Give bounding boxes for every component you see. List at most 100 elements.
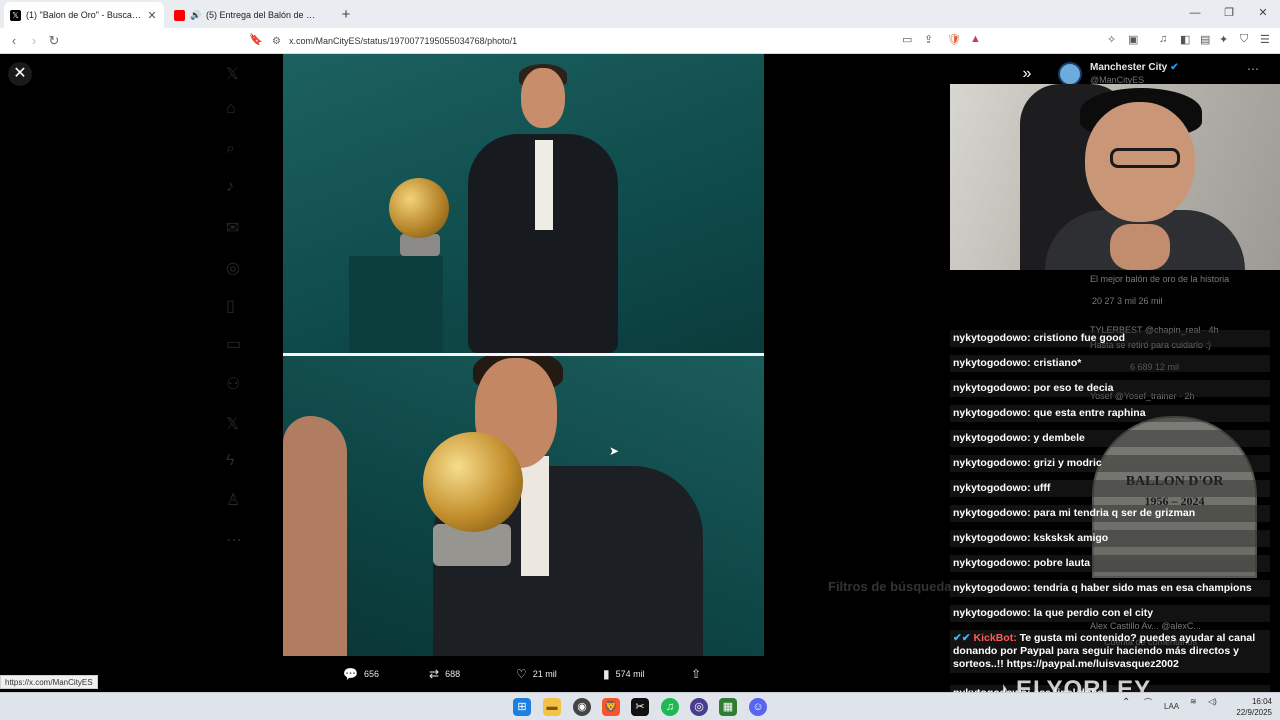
minimize-icon[interactable]: — bbox=[1178, 0, 1212, 28]
more-options-icon[interactable]: ⋯ bbox=[1247, 62, 1259, 76]
brave-rewards-icon[interactable]: ▲ bbox=[970, 33, 981, 45]
repost-icon: ⇄ bbox=[429, 667, 440, 681]
share-icon: ⇧ bbox=[691, 667, 702, 681]
chat-username: nykytogodowo: bbox=[953, 432, 1031, 444]
chat-text: y dembele bbox=[1030, 432, 1085, 444]
chat-username: nykytogodowo: bbox=[953, 407, 1031, 419]
search-icon: ⌕ bbox=[226, 140, 235, 157]
tweet-photo-top[interactable] bbox=[283, 54, 764, 353]
tweet-photo-bottom[interactable] bbox=[283, 356, 764, 656]
avatar[interactable] bbox=[1058, 62, 1082, 86]
wallet2-icon[interactable]: ▤ bbox=[1200, 33, 1210, 46]
views-button[interactable]: ▮ 574 mil bbox=[603, 667, 645, 681]
capcut-icon[interactable]: ✂ bbox=[631, 698, 649, 716]
address-bar[interactable]: ⚙ x.com/ManCityES/status/197007719505503… bbox=[272, 31, 992, 51]
mouse-cursor-icon: ➤ bbox=[609, 444, 620, 458]
author-name-row: Manchester City ✔ bbox=[1090, 62, 1179, 73]
chat-username: nykytogodowo: bbox=[953, 532, 1031, 544]
repost-button[interactable]: ⇄ 688 bbox=[429, 667, 460, 681]
menu-icon[interactable]: ☰ bbox=[1260, 33, 1270, 46]
spotify-icon[interactable]: ♫ bbox=[661, 698, 679, 716]
tab-title: (1) "Balon de Oro" - Buscar / X bbox=[26, 10, 141, 20]
restore-icon[interactable]: ❐ bbox=[1212, 0, 1246, 28]
media-icon[interactable]: ▭ bbox=[902, 33, 912, 46]
sidebar-icon[interactable]: ◧ bbox=[1180, 33, 1190, 46]
music-icon[interactable]: ♫ bbox=[1159, 33, 1167, 45]
speaker-icon: 🔊 bbox=[190, 9, 202, 20]
network-icon[interactable]: ⌒ bbox=[1144, 697, 1152, 708]
forward-icon[interactable]: › bbox=[24, 33, 44, 48]
tiktok-username: ELYORLEY bbox=[1016, 676, 1152, 692]
share-button[interactable]: ⇧ bbox=[691, 667, 701, 681]
chat-message: nykytogodowo: tendria q haber sido mas e… bbox=[950, 580, 1270, 597]
chat-message: nykytogodowo: que esta entre raphina bbox=[950, 405, 1270, 422]
repost-count: 688 bbox=[445, 669, 461, 679]
chat-text: ksksksk amigo bbox=[1030, 532, 1109, 544]
discord-icon[interactable]: ☺ bbox=[749, 698, 767, 716]
windows-start-icon[interactable]: ⊞ bbox=[513, 698, 531, 716]
tray-chevron-icon[interactable]: ⌃ bbox=[1122, 697, 1130, 708]
chat-text: ufff bbox=[1030, 482, 1051, 494]
heart-icon: ♡ bbox=[516, 667, 527, 681]
game-icon[interactable]: ▦ bbox=[719, 698, 737, 716]
expand-panel-icon[interactable]: » bbox=[1015, 62, 1039, 86]
chat-username: nykytogodowo: bbox=[953, 582, 1031, 594]
search-filters-heading: Filtros de búsqueda bbox=[828, 579, 952, 594]
new-tab-button[interactable]: + bbox=[334, 2, 358, 28]
chat-message: nykytogodowo: y dembele bbox=[950, 430, 1270, 447]
language-indicator[interactable]: LAA bbox=[1164, 702, 1179, 711]
close-tab-icon[interactable]: ✕ bbox=[146, 9, 158, 22]
reload-icon[interactable]: ↻ bbox=[44, 33, 64, 49]
views-icon: ▮ bbox=[603, 667, 610, 681]
file-explorer-icon[interactable]: ▬ bbox=[543, 698, 561, 716]
chat-text: tendria q haber sido mas en esa champion… bbox=[1030, 582, 1252, 594]
like-count: 21 mil bbox=[532, 669, 557, 679]
chat-username: nykytogodowo: bbox=[953, 482, 1031, 494]
brave-icon[interactable]: 🦁 bbox=[602, 698, 620, 716]
streamer-hand bbox=[1110, 224, 1170, 270]
chrome-icon[interactable]: ◉ bbox=[573, 698, 591, 716]
like-button[interactable]: ♡ 21 mil bbox=[516, 667, 557, 681]
verified-badge-icon: ✔ bbox=[1170, 62, 1179, 73]
chat-username: nykytogodowo: bbox=[953, 332, 1031, 344]
obs-icon[interactable]: ◎ bbox=[690, 698, 708, 716]
communities-icon: ⚇ bbox=[226, 376, 241, 393]
tab-youtube-ballon-dor[interactable]: 🔊 (5) Entrega del Balón de Oro 202 bbox=[168, 2, 328, 28]
chat-username: nykytogodowo: bbox=[953, 382, 1031, 394]
chat-text: por eso te decia bbox=[1030, 382, 1114, 394]
close-photo-button[interactable]: ✕ bbox=[8, 62, 32, 86]
background-nav: 𝕏 ⌂ ⌕ ♪ ✉ ◎ ▯ ▭ ⚇ 𝕏 ϟ ♙ ⋯ bbox=[226, 54, 286, 692]
stream-chat-overlay: nykytogodowo: cristiono fue good nykytogo… bbox=[950, 270, 1270, 692]
tab-balon-de-oro-search[interactable]: 𝕏 (1) "Balon de Oro" - Buscar / X ✕ bbox=[4, 2, 164, 28]
share-icon[interactable]: ⇪ bbox=[924, 33, 933, 46]
chat-username: nykytogodowo: bbox=[953, 357, 1031, 369]
close-window-icon[interactable]: ✕ bbox=[1246, 0, 1280, 28]
chat-text: para mi tendria q ser de grizman bbox=[1030, 507, 1196, 519]
home-icon: ⌂ bbox=[226, 100, 236, 117]
reply-count: 656 bbox=[363, 669, 379, 679]
wallet-icon[interactable]: ▣ bbox=[1128, 33, 1138, 46]
glasses bbox=[1110, 148, 1180, 168]
bookmarks-icon: ▯ bbox=[226, 298, 235, 315]
brave-shield-icon[interactable]: 🛡 bbox=[947, 33, 961, 46]
verified-orgs-icon: ϟ bbox=[226, 452, 235, 469]
ai-icon[interactable]: ✦ bbox=[1219, 33, 1228, 46]
chat-text: cristiano* bbox=[1030, 357, 1082, 369]
system-clock[interactable]: 16:04 22/9/2025 bbox=[1236, 696, 1272, 718]
reply-button[interactable]: 💬 656 bbox=[343, 667, 379, 681]
chat-message: nykytogodowo: pobre lauta bbox=[950, 555, 1270, 572]
youtube-icon bbox=[174, 9, 185, 21]
back-icon[interactable]: ‹ bbox=[4, 33, 24, 48]
volume-icon[interactable]: ◁) bbox=[1208, 697, 1217, 706]
link-preview-status: https://x.com/ManCityES bbox=[0, 675, 98, 689]
streamer-webcam bbox=[950, 84, 1280, 270]
wifi-icon[interactable]: ≋ bbox=[1190, 697, 1197, 706]
extensions-icon[interactable]: ✧ bbox=[1107, 33, 1116, 46]
site-settings-icon[interactable]: ⚙ bbox=[272, 36, 281, 47]
more-options-icon: ⋯ bbox=[226, 532, 242, 549]
chat-message: nykytogodowo: ksksksk amigo bbox=[950, 530, 1270, 547]
pedestal bbox=[349, 256, 443, 353]
bookmark-icon[interactable]: 🔖 bbox=[249, 33, 263, 46]
chat-username: nykytogodowo: bbox=[953, 507, 1031, 519]
vpn-icon[interactable]: ⛉ bbox=[1240, 33, 1248, 46]
